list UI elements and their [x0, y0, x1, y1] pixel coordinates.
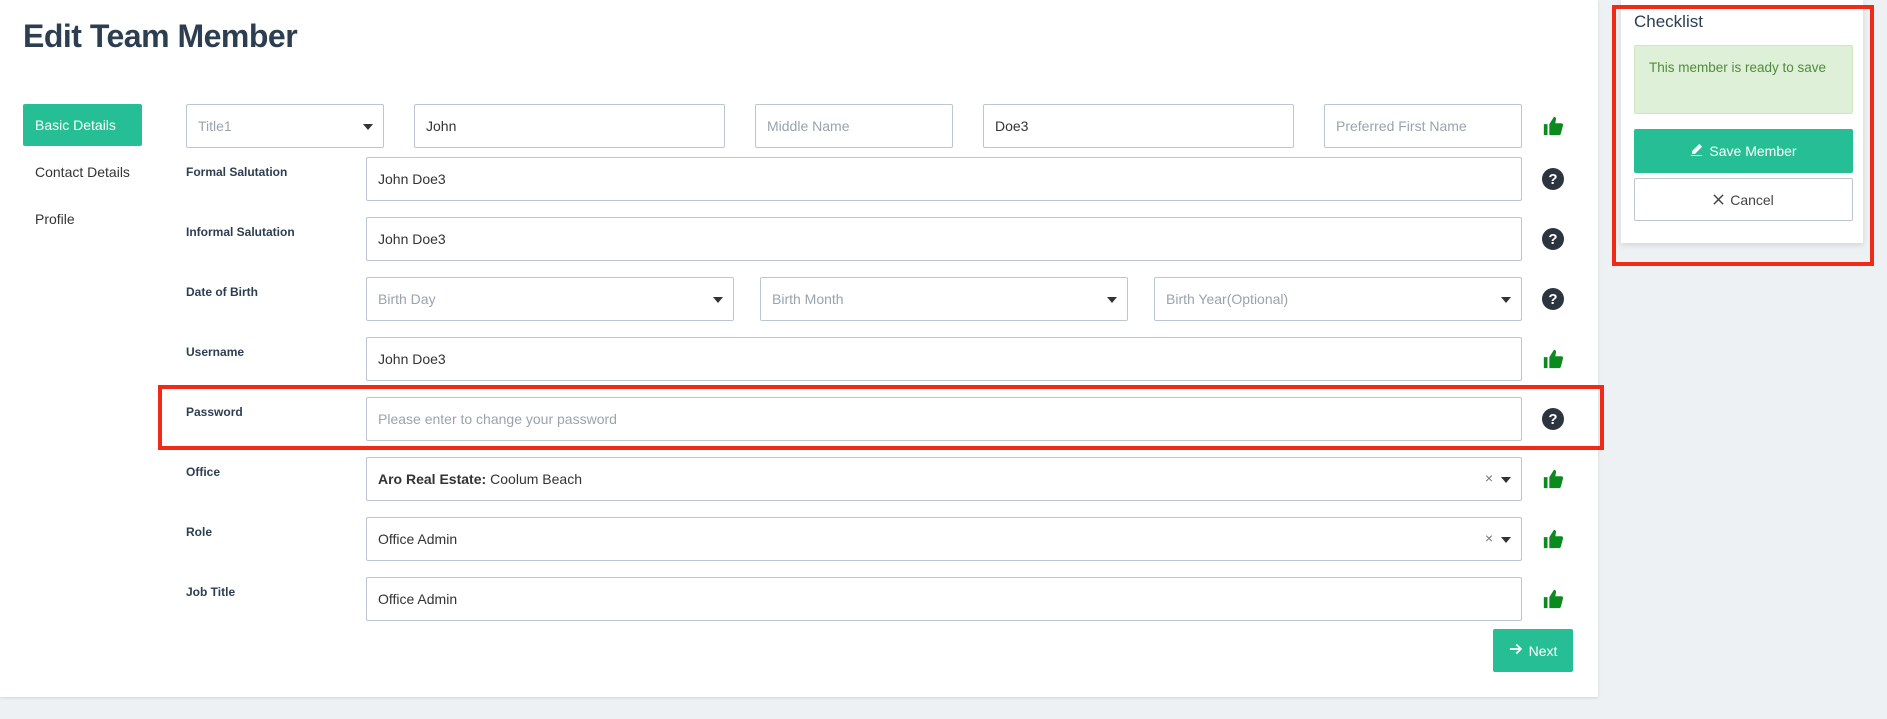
next-button-label: Next [1528, 642, 1558, 659]
checklist-title: Checklist [1634, 12, 1703, 31]
date-of-birth-label: Date of Birth [186, 285, 258, 299]
cancel-button[interactable]: Cancel [1634, 178, 1853, 221]
checklist-panel: Checklist This member is ready to save S… [1621, 0, 1863, 243]
clear-icon[interactable]: × [1485, 470, 1493, 486]
main-card: Edit Team Member Basic Details Contact D… [0, 0, 1598, 697]
middle-name-input[interactable] [755, 104, 953, 148]
office-row: Office Aro Real Estate: Coolum Beach × [186, 457, 1586, 501]
job-title-input[interactable] [366, 577, 1522, 621]
thumbs-up-icon [1541, 527, 1565, 551]
password-input[interactable] [366, 397, 1522, 441]
caret-down-icon [363, 124, 373, 130]
username-row: Username [186, 337, 1586, 381]
name-row: Title1 [186, 104, 1586, 148]
password-row: Password ? [186, 397, 1586, 441]
job-title-row: Job Title [186, 577, 1586, 621]
last-name-input[interactable] [983, 104, 1294, 148]
next-button[interactable]: Next [1493, 629, 1573, 672]
caret-down-icon [1107, 297, 1117, 303]
cancel-label: Cancel [1730, 191, 1774, 208]
preferred-first-name-input[interactable] [1324, 104, 1522, 148]
help-button[interactable]: ? [1541, 407, 1565, 431]
pencil-icon [1690, 143, 1703, 159]
role-value: Office Admin [378, 531, 458, 547]
nav-contact-details[interactable]: Contact Details [23, 151, 142, 193]
help-button[interactable]: ? [1541, 167, 1565, 191]
caret-down-icon [713, 297, 723, 303]
caret-down-icon [1501, 297, 1511, 303]
formal-salutation-row: Formal Salutation ? [186, 157, 1586, 201]
password-label: Password [186, 405, 243, 419]
thumbs-up-icon [1541, 587, 1565, 611]
formal-salutation-label: Formal Salutation [186, 165, 288, 179]
title-select[interactable]: Title1 [186, 104, 384, 148]
role-select[interactable]: Office Admin × [366, 517, 1522, 561]
birth-day-select[interactable]: Birth Day [366, 277, 734, 321]
formal-salutation-input[interactable] [366, 157, 1522, 201]
birth-year-placeholder: Birth Year(Optional) [1166, 291, 1289, 307]
job-title-label: Job Title [186, 585, 236, 599]
question-circle-icon: ? [1542, 408, 1564, 430]
help-button[interactable]: ? [1541, 287, 1565, 311]
thumbs-up-icon [1541, 347, 1565, 371]
arrow-right-icon [1509, 642, 1523, 659]
save-member-label: Save Member [1709, 143, 1797, 159]
question-circle-icon: ? [1542, 288, 1564, 310]
informal-salutation-label: Informal Salutation [186, 225, 295, 239]
ready-status-message: This member is ready to save [1634, 45, 1853, 114]
nav-profile[interactable]: Profile [23, 198, 142, 240]
save-member-button[interactable]: Save Member [1634, 129, 1853, 173]
informal-salutation-row: Informal Salutation ? [186, 217, 1586, 261]
office-branch-name: Coolum Beach [490, 471, 582, 487]
birth-month-select[interactable]: Birth Month [760, 277, 1128, 321]
nav-basic-details[interactable]: Basic Details [23, 104, 142, 146]
office-label: Office [186, 465, 221, 479]
informal-salutation-input[interactable] [366, 217, 1522, 261]
date-of-birth-row: Date of Birth Birth Day Birth Month Birt… [186, 277, 1586, 321]
role-row: Role Office Admin × [186, 517, 1586, 561]
thumbs-up-icon [1541, 467, 1565, 491]
office-agency-name: Aro Real Estate: [378, 471, 487, 487]
thumbs-up-icon [1541, 114, 1565, 138]
username-label: Username [186, 345, 245, 359]
help-button[interactable]: ? [1541, 227, 1565, 251]
office-select[interactable]: Aro Real Estate: Coolum Beach × [366, 457, 1522, 501]
caret-down-icon [1501, 477, 1511, 483]
close-icon [1713, 192, 1724, 208]
title-select-placeholder: Title1 [198, 118, 232, 134]
username-input[interactable] [366, 337, 1522, 381]
birth-day-placeholder: Birth Day [378, 291, 436, 307]
caret-down-icon [1501, 537, 1511, 543]
first-name-input[interactable] [414, 104, 725, 148]
birth-year-select[interactable]: Birth Year(Optional) [1154, 277, 1522, 321]
role-label: Role [186, 525, 213, 539]
form-area: Title1 Formal Salutation ? Informal Salu… [186, 0, 1598, 697]
question-circle-icon: ? [1542, 228, 1564, 250]
clear-icon[interactable]: × [1485, 530, 1493, 546]
question-circle-icon: ? [1542, 168, 1564, 190]
side-nav: Basic Details Contact Details Profile [23, 104, 142, 245]
birth-month-placeholder: Birth Month [772, 291, 844, 307]
